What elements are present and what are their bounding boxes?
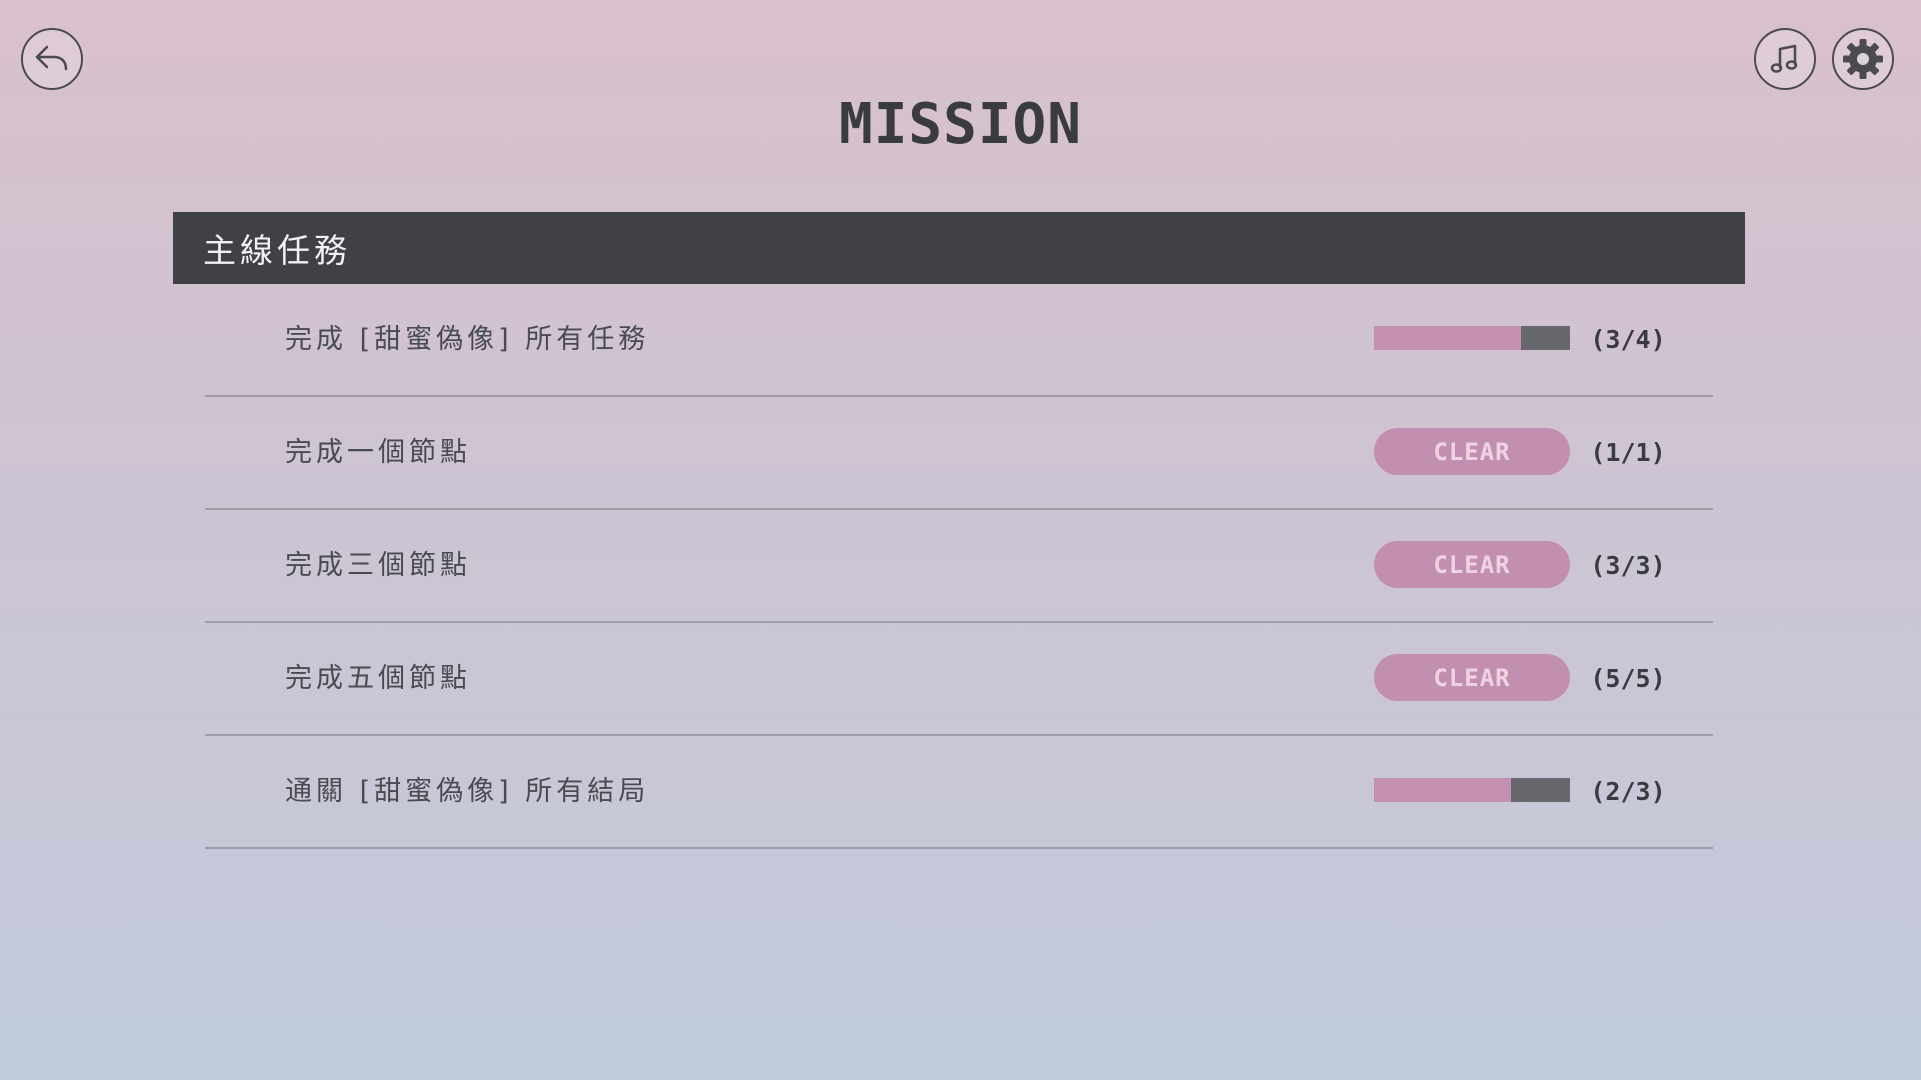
mission-count: (2/3) — [1590, 777, 1666, 806]
mission-progress-bar — [1374, 778, 1570, 802]
clear-badge[interactable]: CLEAR — [1374, 428, 1570, 475]
page-title: MISSION — [838, 92, 1082, 157]
clear-badge[interactable]: CLEAR — [1374, 541, 1570, 588]
back-button[interactable] — [21, 28, 83, 90]
mission-row: 通關 [甜蜜偽像] 所有結局 (2/3) — [205, 736, 1713, 849]
section-title: 主線任務 — [203, 231, 351, 270]
mission-label: 完成一個節點 — [285, 437, 471, 468]
mission-label: 通關 [甜蜜偽像] 所有結局 — [285, 776, 650, 807]
mission-count: (1/1) — [1590, 438, 1666, 467]
gear-icon — [1843, 39, 1883, 79]
mission-label: 完成五個節點 — [285, 663, 471, 694]
progress-fill — [1374, 778, 1512, 802]
mission-list: 完成 [甜蜜偽像] 所有任務 (3/4) 完成一個節點 CLEAR (1/1) … — [205, 284, 1713, 849]
mission-count: (3/3) — [1590, 551, 1666, 580]
mission-count: (3/4) — [1590, 325, 1666, 354]
clear-badge[interactable]: CLEAR — [1374, 654, 1570, 701]
mission-label: 完成 [甜蜜偽像] 所有任務 — [285, 324, 650, 355]
progress-fill — [1374, 326, 1521, 350]
mission-row: 完成 [甜蜜偽像] 所有任務 (3/4) — [205, 284, 1713, 397]
back-arrow-icon — [35, 45, 68, 71]
mission-row: 完成三個節點 CLEAR (3/3) — [205, 510, 1713, 623]
mission-label: 完成三個節點 — [285, 550, 471, 581]
music-note-icon — [1770, 44, 1798, 73]
mission-row: 完成一個節點 CLEAR (1/1) — [205, 397, 1713, 510]
mission-count: (5/5) — [1590, 664, 1666, 693]
section-header: 主線任務 — [173, 212, 1745, 284]
settings-button[interactable] — [1832, 28, 1894, 90]
mission-row: 完成五個節點 CLEAR (5/5) — [205, 623, 1713, 736]
music-button[interactable] — [1754, 28, 1816, 90]
mission-progress-bar — [1374, 326, 1570, 350]
